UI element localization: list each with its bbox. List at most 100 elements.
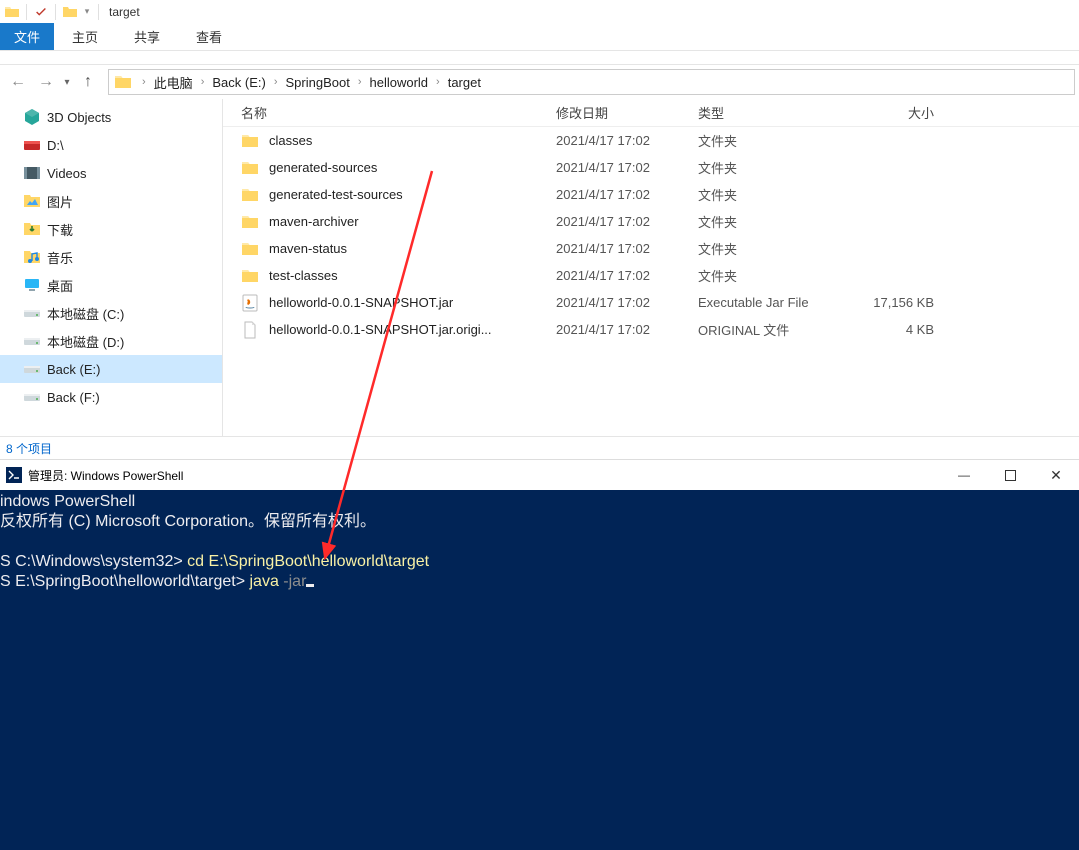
sidebar-item[interactable]: 3D Objects <box>0 103 222 131</box>
column-header-size[interactable]: 大小 <box>844 103 954 122</box>
close-button[interactable]: ✕ <box>1033 460 1079 490</box>
address-bar[interactable]: › 此电脑 › Back (E:) › SpringBoot › hellowo… <box>108 69 1075 95</box>
folder-icon <box>113 72 133 92</box>
qat-separator <box>26 4 27 20</box>
file-explorer-window: ▾ target 文件 主页 共享 查看 ← → ▾ ↑ › 此电脑 › Bac… <box>0 0 1079 460</box>
tab-home[interactable]: 主页 <box>54 23 116 50</box>
status-item-count: 8 个项目 <box>6 440 52 457</box>
navbar: ← → ▾ ↑ › 此电脑 › Back (E:) › SpringBoot ›… <box>0 65 1079 99</box>
sidebar-item-label: 下载 <box>47 220 73 239</box>
file-type: 文件夹 <box>698 239 844 258</box>
sidebar-item-label: 3D Objects <box>47 110 111 125</box>
file-row[interactable]: maven-status2021/4/17 17:02文件夹 <box>223 235 1079 262</box>
tab-file[interactable]: 文件 <box>0 23 54 50</box>
nav-back-button[interactable]: ← <box>4 68 32 96</box>
download-icon <box>23 220 41 238</box>
column-header-date[interactable]: 修改日期 <box>556 103 698 122</box>
chevron-right-icon[interactable]: › <box>137 76 151 88</box>
column-header-name[interactable]: 名称 <box>223 103 556 122</box>
file-name: helloworld-0.0.1-SNAPSHOT.jar.origi... <box>269 322 492 337</box>
file-row[interactable]: classes 2021/4/17 17:02文件夹 <box>223 127 1079 154</box>
sidebar-item[interactable]: D:\ <box>0 131 222 159</box>
jar-icon <box>241 294 259 312</box>
file-date: 2021/4/17 17:02 <box>556 214 698 229</box>
powershell-window: 管理员: Windows PowerShell — ✕ indows Power… <box>0 460 1079 850</box>
sidebar-item[interactable]: Back (F:) <box>0 383 222 411</box>
file-row[interactable]: generated-test-sources2021/4/17 17:02文件夹 <box>223 181 1079 208</box>
video-icon <box>23 164 41 182</box>
sidebar-item-label: 桌面 <box>47 276 73 295</box>
sidebar-item-label: 图片 <box>47 192 73 211</box>
folder-icon <box>241 213 259 231</box>
breadcrumb-item[interactable]: SpringBoot <box>283 75 353 90</box>
maximize-button[interactable] <box>987 460 1033 490</box>
folder-icon <box>241 159 259 177</box>
sidebar-item-label: Back (E:) <box>47 362 100 377</box>
file-date: 2021/4/17 17:02 <box>556 322 698 337</box>
file-name: generated-test-sources <box>269 187 403 202</box>
navigation-pane[interactable]: 3D Objects D:\ Videos 图片下载音乐桌面本地磁盘 (C:) 本地磁盘… <box>0 99 223 436</box>
tab-view[interactable]: 查看 <box>178 23 240 50</box>
titlebar: ▾ target <box>0 0 1079 23</box>
nav-forward-button[interactable]: → <box>32 68 60 96</box>
file-row[interactable]: helloworld-0.0.1-SNAPSHOT.jar.origi... 20… <box>223 316 1079 343</box>
folder-icon <box>4 4 20 20</box>
file-row[interactable]: generated-sources2021/4/17 17:02文件夹 <box>223 154 1079 181</box>
folder-icon <box>241 267 259 285</box>
ribbon-collapsed-area <box>0 51 1079 65</box>
chevron-right-icon[interactable]: › <box>196 76 210 88</box>
music-icon <box>23 248 41 266</box>
file-row[interactable]: maven-archiver2021/4/17 17:02文件夹 <box>223 208 1079 235</box>
chevron-right-icon[interactable]: › <box>431 76 445 88</box>
qat-properties-icon[interactable] <box>33 4 49 20</box>
powershell-titlebar[interactable]: 管理员: Windows PowerShell — ✕ <box>0 460 1079 490</box>
file-row[interactable]: helloworld-0.0.1-SNAPSHOT.jar2021/4/17 1… <box>223 289 1079 316</box>
powershell-terminal[interactable]: indows PowerShell 反权所有 (C) Microsoft Cor… <box>0 490 1079 850</box>
file-type: 文件夹 <box>698 158 844 177</box>
file-size: 4 KB <box>844 322 954 337</box>
powershell-icon <box>6 467 22 483</box>
breadcrumb-item[interactable]: 此电脑 <box>151 73 196 92</box>
minimize-button[interactable]: — <box>941 460 987 490</box>
tab-share[interactable]: 共享 <box>116 23 178 50</box>
chevron-right-icon[interactable]: › <box>353 76 367 88</box>
breadcrumb-item[interactable]: target <box>445 75 484 90</box>
file-name: classes <box>269 133 312 148</box>
qat-dropdown-icon[interactable]: ▾ <box>82 4 92 20</box>
file-list-pane: 名称 修改日期 类型 大小 classes2021/4/17 17:02文件夹g… <box>223 99 1079 436</box>
file-icon <box>241 321 259 339</box>
breadcrumb-item[interactable]: Back (E:) <box>209 75 268 90</box>
file-date: 2021/4/17 17:02 <box>556 133 698 148</box>
powershell-title-text: 管理员: Windows PowerShell <box>28 467 183 484</box>
sidebar-item[interactable]: 本地磁盘 (C:) <box>0 299 222 327</box>
file-row[interactable]: test-classes2021/4/17 17:02文件夹 <box>223 262 1079 289</box>
ribbon-tabs: 文件 主页 共享 查看 <box>0 23 1079 51</box>
sidebar-item[interactable]: 本地磁盘 (D:) <box>0 327 222 355</box>
drive-icon <box>23 304 41 322</box>
nav-up-button[interactable]: ↑ <box>74 68 102 96</box>
column-headers: 名称 修改日期 类型 大小 <box>223 99 1079 127</box>
sidebar-item[interactable]: 音乐 <box>0 243 222 271</box>
qat-separator <box>55 4 56 20</box>
nav-history-dropdown[interactable]: ▾ <box>60 68 74 96</box>
breadcrumb-item[interactable]: helloworld <box>367 75 432 90</box>
file-type: 文件夹 <box>698 131 844 150</box>
sidebar-item[interactable]: 下载 <box>0 215 222 243</box>
file-type: 文件夹 <box>698 266 844 285</box>
sidebar-item[interactable]: 桌面 <box>0 271 222 299</box>
sidebar-item[interactable]: Back (E:) <box>0 355 222 383</box>
file-list[interactable]: classes2021/4/17 17:02文件夹generated-sourc… <box>223 127 1079 436</box>
desktop-icon <box>23 276 41 294</box>
sidebar-item-label: Videos <box>47 166 87 181</box>
file-date: 2021/4/17 17:02 <box>556 187 698 202</box>
sidebar-item-label: 本地磁盘 (C:) <box>47 304 124 323</box>
drive-red-icon <box>23 136 41 154</box>
window-title: target <box>109 5 140 19</box>
column-header-type[interactable]: 类型 <box>698 103 844 122</box>
file-date: 2021/4/17 17:02 <box>556 268 698 283</box>
file-type: ORIGINAL 文件 <box>698 320 844 339</box>
sidebar-item-label: D:\ <box>47 138 64 153</box>
sidebar-item[interactable]: 图片 <box>0 187 222 215</box>
chevron-right-icon[interactable]: › <box>269 76 283 88</box>
sidebar-item[interactable]: Videos <box>0 159 222 187</box>
